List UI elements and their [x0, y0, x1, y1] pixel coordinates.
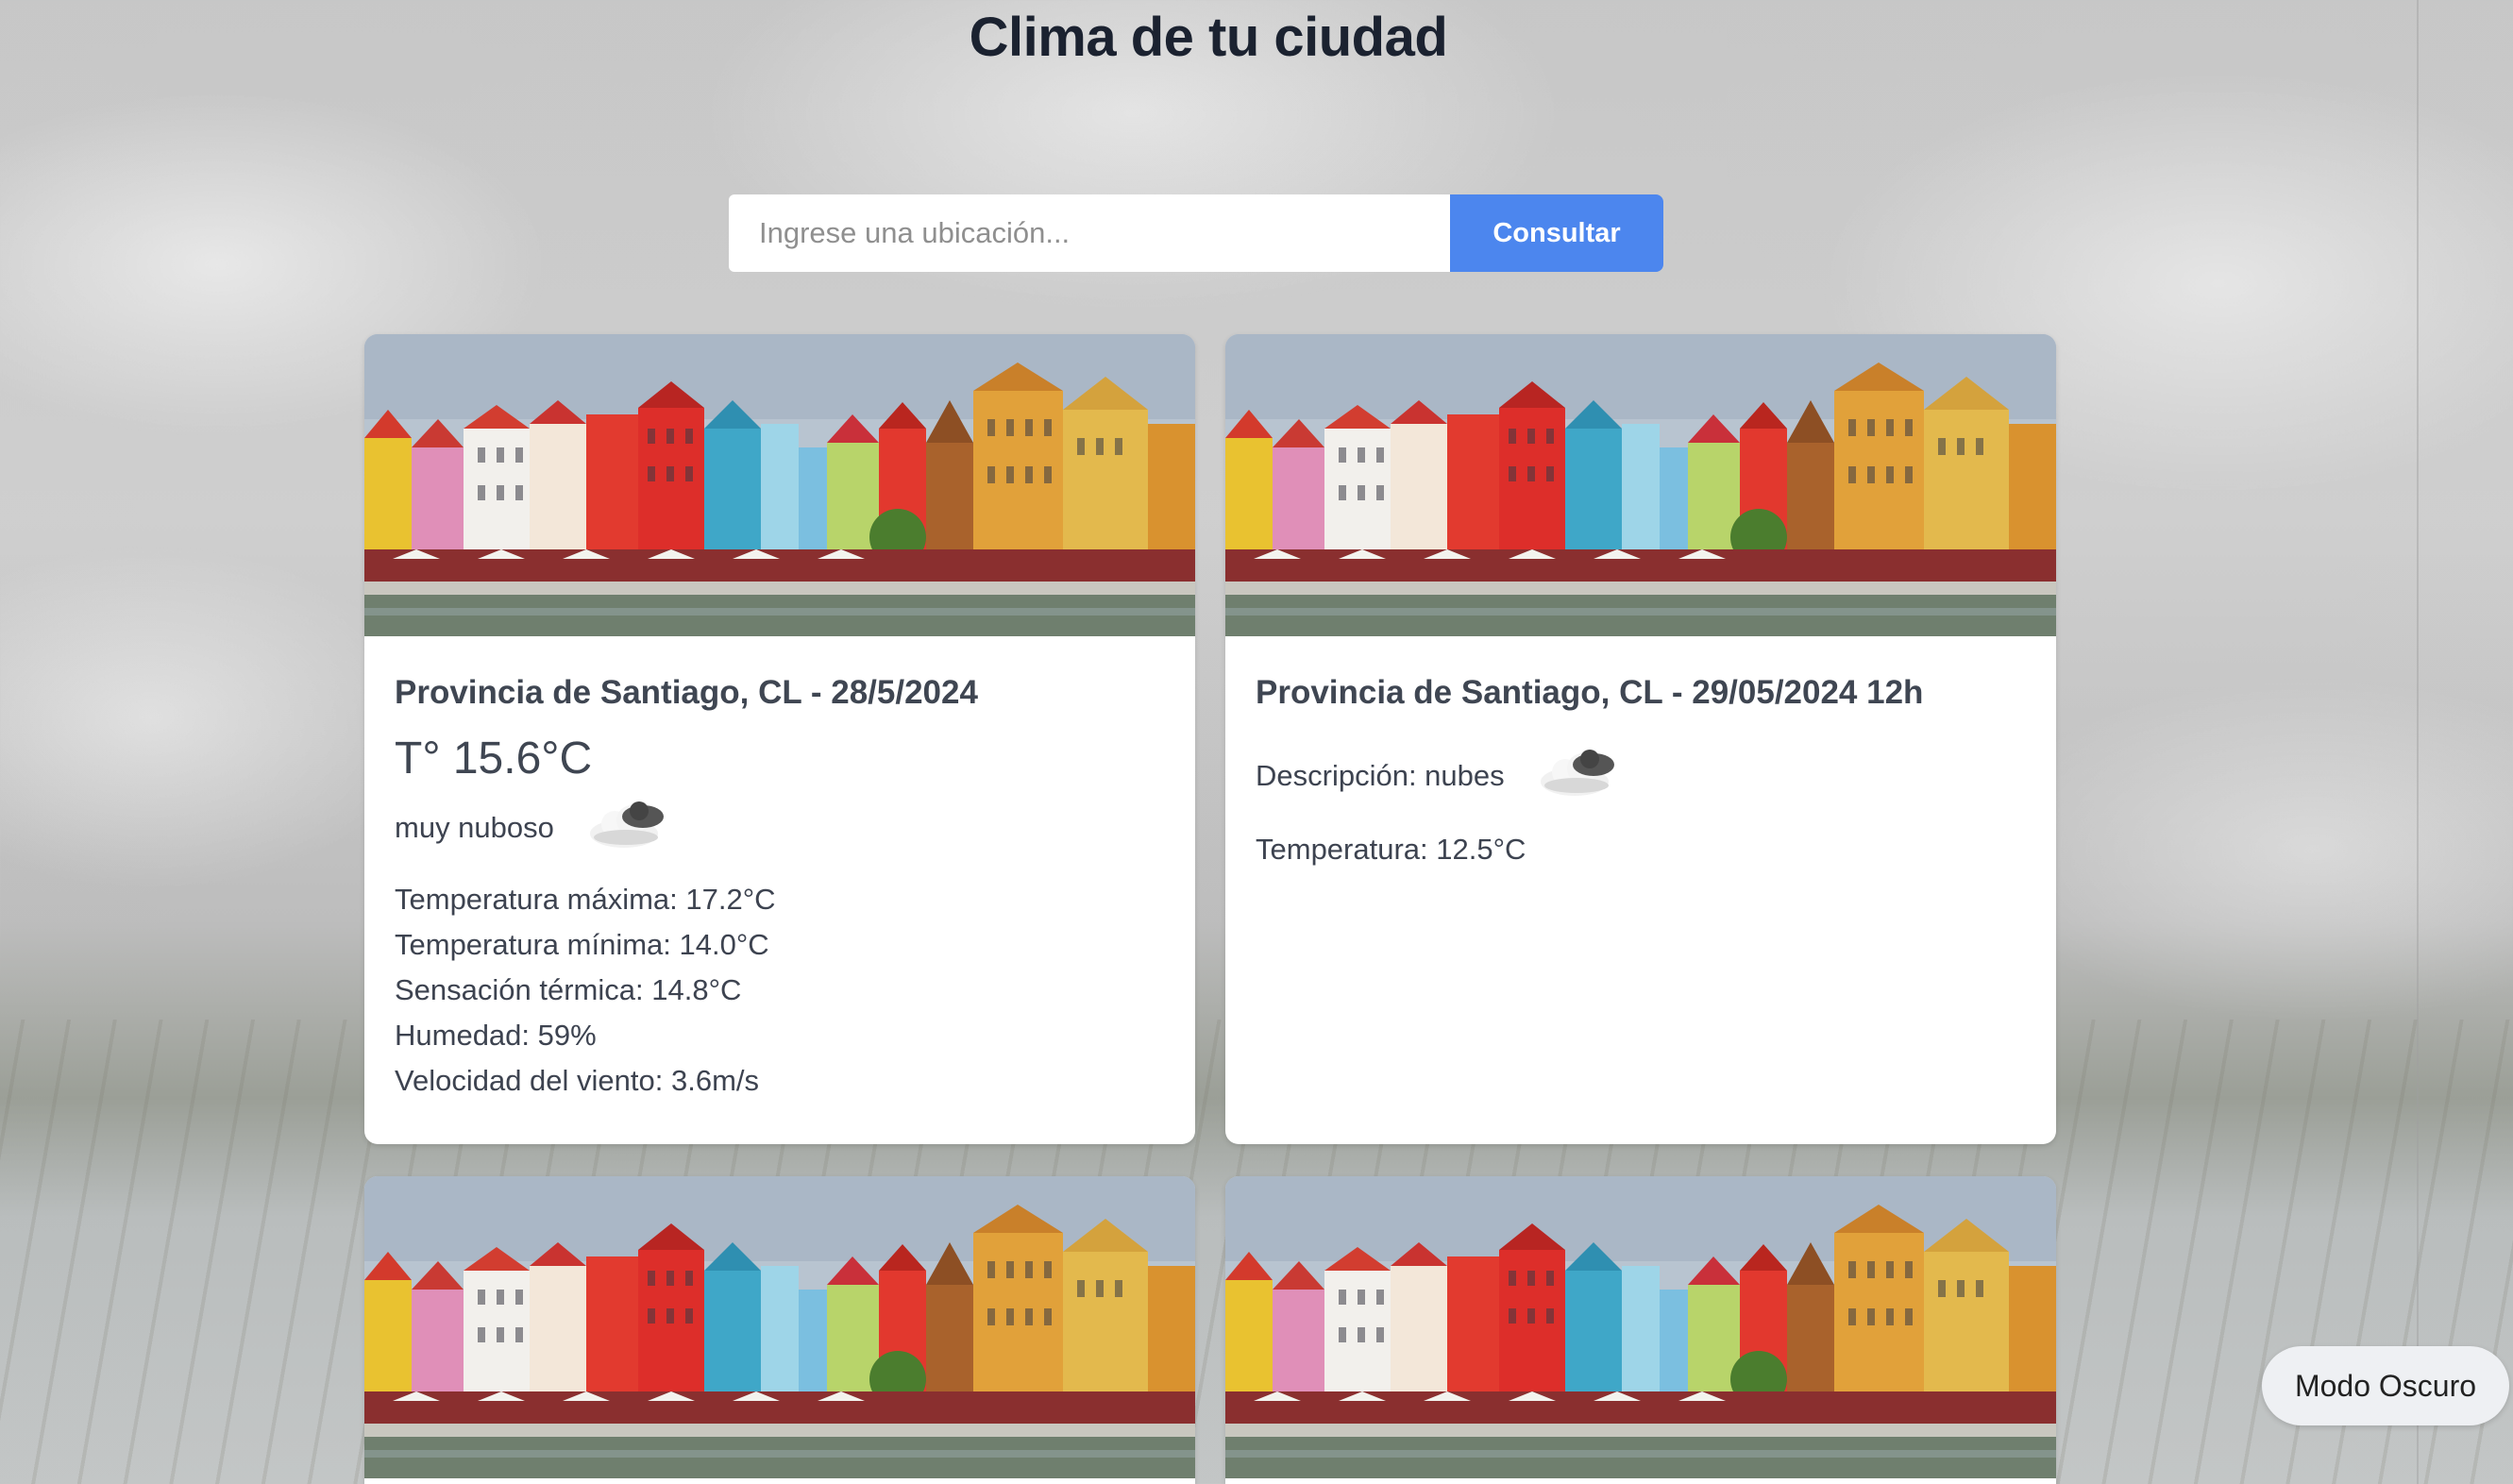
card-title: Provincia de Santiago, CL - 28/5/2024 [395, 674, 978, 711]
weather-card [1225, 1176, 2056, 1484]
page-title: Clima de tu ciudad [969, 7, 1448, 68]
card-title: Provincia de Santiago, CL - 29/05/2024 1… [1256, 674, 1924, 711]
consultar-button[interactable]: Consultar [1450, 194, 1663, 272]
weather-card-current: Provincia de Santiago, CL - 28/5/2024 T°… [364, 334, 1195, 1144]
city-image [364, 1176, 1195, 1478]
temperature-value: T° 15.6°C [395, 734, 593, 784]
weather-card-forecast: Provincia de Santiago, CL - 29/05/2024 1… [1225, 334, 2056, 1144]
weather-card [364, 1176, 1195, 1484]
detail-wind-speed: Velocidad del viento: 3.6m/s [395, 1064, 760, 1097]
weather-description: Descripción: nubes [1256, 759, 1505, 792]
city-image [1225, 1176, 2056, 1478]
detail-humidity: Humedad: 59% [395, 1019, 597, 1052]
search-bar: Consultar [729, 194, 1663, 272]
city-image [1225, 334, 2056, 636]
cloud-icon [586, 798, 669, 858]
search-input[interactable] [729, 194, 1450, 272]
detail-feels-like: Sensación térmica: 14.8°C [395, 973, 742, 1006]
city-image [364, 334, 1195, 636]
dark-mode-button[interactable]: Modo Oscuro [2262, 1346, 2509, 1425]
detail-max-temp: Temperatura máxima: 17.2°C [395, 883, 776, 916]
scrollbar-track[interactable] [2417, 0, 2419, 1484]
temperature-line: Temperatura: 12.5°C [1256, 833, 1526, 866]
detail-min-temp: Temperatura mínima: 14.0°C [395, 928, 769, 961]
weather-description: muy nuboso [395, 811, 554, 844]
cloud-icon [1537, 746, 1620, 806]
